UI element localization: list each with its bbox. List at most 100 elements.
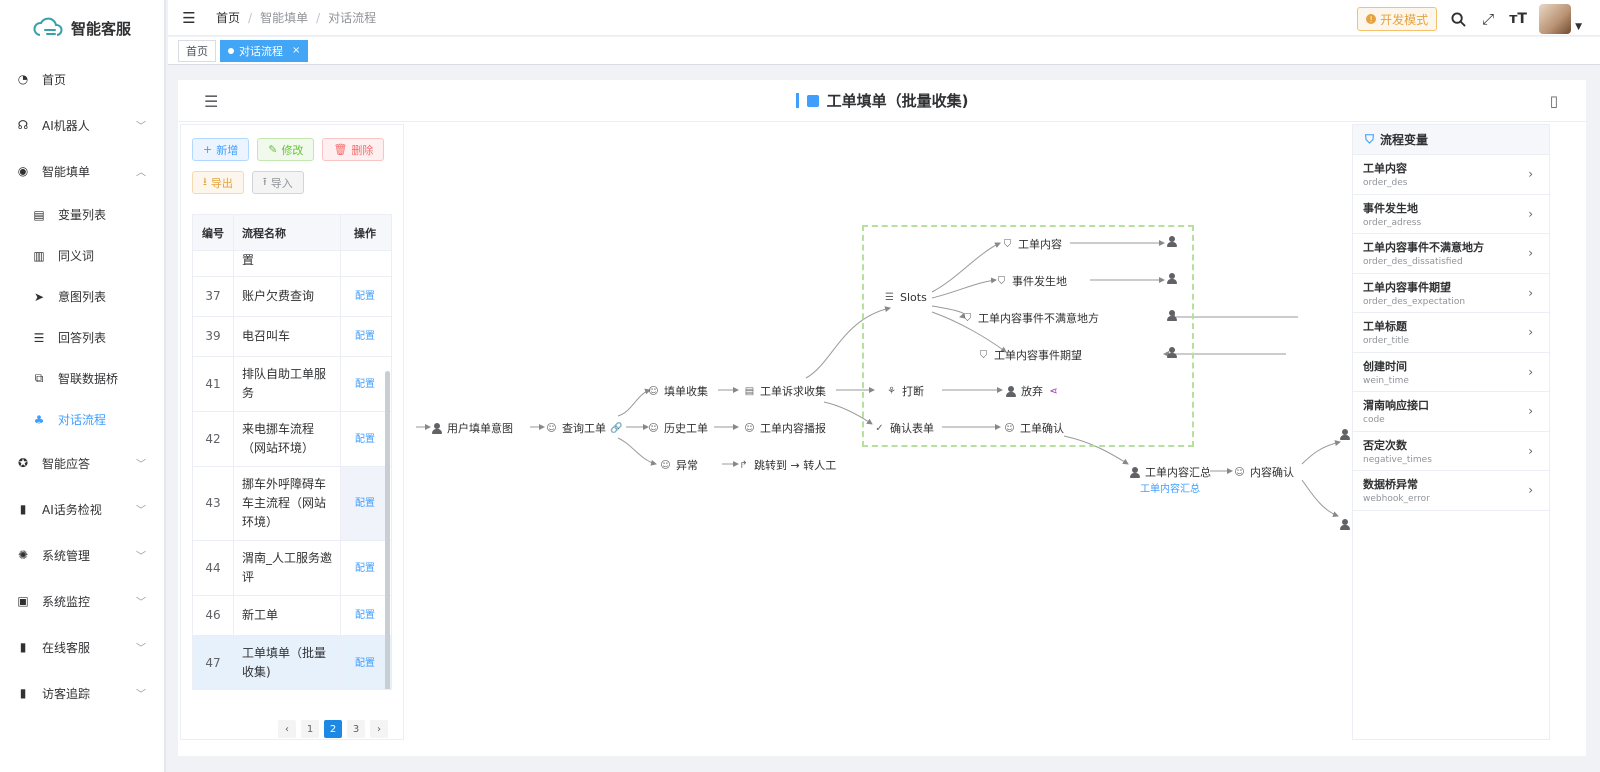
page-3-button[interactable]: 3 <box>347 720 365 738</box>
trash-icon: 🗑 <box>333 143 348 156</box>
table-row[interactable]: 37 账户欠费查询 配置 <box>193 277 391 317</box>
node-user-intent[interactable]: 用户填单意图 <box>432 420 513 436</box>
variable-item[interactable]: 工单内容事件期望 order_des_expectation › <box>1353 274 1549 313</box>
node-give-up[interactable]: 放弃 ⋖ <box>1006 383 1059 399</box>
collapse-list-icon[interactable]: ☰ <box>204 92 218 111</box>
page-1-button[interactable]: 1 <box>301 720 319 738</box>
node-ticket-summary[interactable]: 工单内容汇总 <box>1130 464 1211 480</box>
cell-id: 39 <box>193 317 234 356</box>
menu-system-monitor[interactable]: ▣ 系统监控 ﹀ <box>0 578 164 624</box>
config-link[interactable]: 配置 <box>355 375 375 394</box>
table-row[interactable]: 置 <box>193 251 391 277</box>
node-slot-user-2[interactable] <box>1167 273 1177 284</box>
table-row-selected[interactable]: 47 工单填单（批量收集) 配置 <box>193 636 391 689</box>
logo: 智能客服 <box>0 0 164 56</box>
add-button[interactable]: + 新增 <box>192 138 250 161</box>
sidebar-item-databridge[interactable]: ⧉ 智联数据桥 <box>0 358 164 399</box>
logo-text: 智能客服 <box>70 19 131 38</box>
menu-smart-answer[interactable]: ✪ 智能应答 ﹀ <box>0 440 164 486</box>
caret-down-icon[interactable]: ▼ <box>1575 22 1582 32</box>
cell-name: 排队自助工单服务 <box>234 357 341 411</box>
node-slots[interactable]: ☰ Slots <box>884 291 927 304</box>
node-slot-content[interactable]: ⛉ 工单内容 <box>1002 236 1062 252</box>
variable-item[interactable]: 工单标题 order_title › <box>1353 313 1549 353</box>
node-ticket-confirm[interactable]: ☺ 工单确认 <box>1004 420 1064 436</box>
variable-item[interactable]: 否定次数 negative_times › <box>1353 432 1549 471</box>
font-size-icon[interactable]: ᴛT <box>1509 10 1527 28</box>
node-query-ticket[interactable]: ☺ 查询工单 🔗 <box>546 420 622 436</box>
breadcrumb-smart-form[interactable]: 智能填单 <box>260 9 308 26</box>
delete-button[interactable]: 🗑 删除 <box>322 138 385 161</box>
menu-ai-robot[interactable]: ☊ AI机器人 ﹀ <box>0 102 164 148</box>
table-row[interactable]: 44 渭南_人工服务邀评 配置 <box>193 541 391 596</box>
config-link[interactable]: 配置 <box>355 327 375 346</box>
table-row[interactable]: 41 排队自助工单服务 配置 <box>193 357 391 412</box>
node-slot-user-4[interactable] <box>1167 347 1177 358</box>
table-row[interactable]: 46 新工单 配置 <box>193 596 391 636</box>
variable-item[interactable]: 数据桥异常 webhook_error › <box>1353 471 1549 511</box>
next-page-button[interactable]: › <box>370 720 388 738</box>
table-row[interactable]: 43 挪车外呼障碍车车主流程（网站环境） 配置 <box>193 467 391 541</box>
variable-item[interactable]: 工单内容 order_des › <box>1353 155 1549 195</box>
bar-chart-icon: ▮ <box>19 502 27 516</box>
variable-item[interactable]: 工单内容事件不满意地方 order_des_dissatisfied › <box>1353 234 1549 274</box>
menu-fold-icon[interactable]: ☰ <box>180 9 198 27</box>
variable-item[interactable]: 事件发生地 order_adress › <box>1353 195 1549 234</box>
tab-home[interactable]: 首页 <box>178 39 216 62</box>
breadcrumb: 首页 / 智能填单 / 对话流程 <box>216 9 376 26</box>
sidebar-item-synonyms[interactable]: ▥ 同义词 <box>0 235 164 276</box>
dev-mode-badge[interactable]: ! 开发模式 <box>1357 7 1438 31</box>
variable-item[interactable]: 创建时间 wein_time › <box>1353 353 1549 392</box>
menu-ai-inspection[interactable]: ▮ AI话务检视 ﹀ <box>0 486 164 532</box>
edit-button[interactable]: ✎ 修改 <box>257 138 315 161</box>
node-ticket-broadcast[interactable]: ☺ 工单内容播报 <box>744 420 826 436</box>
config-link[interactable]: 配置 <box>355 494 375 513</box>
node-content-confirm[interactable]: ☺ 内容确认 <box>1234 464 1294 480</box>
node-label: 工单内容汇总 <box>1145 466 1211 479</box>
sidebar-item-dialog-flow[interactable]: ♣ 对话流程 <box>0 399 164 440</box>
config-link[interactable]: 配置 <box>355 606 375 625</box>
config-link[interactable]: 配置 <box>355 287 375 306</box>
node-ticket-appeal[interactable]: ▤ 工单诉求收集 <box>744 383 826 399</box>
node-slot-dissatisfied[interactable]: ⛉ 工单内容事件不满意地方 <box>962 310 1099 326</box>
sidebar-item-answers[interactable]: ☰ 回答列表 <box>0 317 164 358</box>
import-button[interactable]: ⭱ 导入 <box>251 171 304 194</box>
menu-home[interactable]: ◔ 首页 <box>0 56 164 102</box>
avatar[interactable] <box>1539 4 1572 34</box>
node-slot-user-3[interactable] <box>1167 310 1177 321</box>
prev-page-button[interactable]: ‹ <box>278 720 296 738</box>
document-icon[interactable]: ▯ <box>1550 92 1558 110</box>
node-transfer[interactable]: ↱ 跳转到 → 转人工 <box>738 457 836 473</box>
export-button[interactable]: ⭳ 导出 <box>192 171 244 194</box>
node-fill-collect[interactable]: ☺ 填单收集 <box>648 383 708 399</box>
variable-item[interactable]: 渭南响应接口 code › <box>1353 392 1549 432</box>
menu-system-management[interactable]: ✺ 系统管理 ﹀ <box>0 532 164 578</box>
menu-visitor-tracking[interactable]: ▮ 访客追踪 ﹀ <box>0 670 164 716</box>
node-exception[interactable]: ☺ 异常 <box>660 457 698 473</box>
node-confirm-form[interactable]: ✓ 确认表单 <box>874 420 934 436</box>
node-slot-expectation[interactable]: ⛉ 工单内容事件期望 <box>978 347 1082 363</box>
menu-smart-form[interactable]: ◉ 智能填单 ︿ <box>0 148 164 194</box>
node-history-ticket[interactable]: ☺ 历史工单 <box>648 420 708 436</box>
node-slot-user-1[interactable] <box>1167 236 1177 247</box>
table-scrollbar[interactable] <box>385 371 390 689</box>
page-2-button[interactable]: 2 <box>324 720 342 738</box>
node-slot-location[interactable]: ⛉ 事件发生地 <box>996 273 1067 289</box>
config-link[interactable]: 配置 <box>355 559 375 578</box>
node-user-partial-2[interactable] <box>1340 519 1350 530</box>
config-link[interactable]: 配置 <box>355 430 375 449</box>
breadcrumb-home[interactable]: 首页 <box>216 9 240 26</box>
node-user-partial-1[interactable] <box>1340 429 1350 440</box>
flow-canvas[interactable]: 用户填单意图 ☺ 查询工单 🔗 ☺ 填单收集 ☺ 历史工单 ☺ 异常 ▤ 工单诉求收集 ☺ 工… <box>412 124 1350 740</box>
tab-dialog-flow[interactable]: 对话流程 × <box>220 39 309 62</box>
table-row[interactable]: 39 电召叫车 配置 <box>193 317 391 357</box>
fullscreen-icon[interactable]: ⤢ <box>1479 10 1497 28</box>
config-link[interactable]: 配置 <box>355 654 375 673</box>
menu-online-service[interactable]: ▮ 在线客服 ﹀ <box>0 624 164 670</box>
node-interrupt[interactable]: ⚘ 打断 <box>886 383 924 399</box>
table-row[interactable]: 42 来电挪车流程（网站环境） 配置 <box>193 412 391 467</box>
close-icon[interactable]: × <box>292 45 300 56</box>
sidebar-item-variables[interactable]: ▤ 变量列表 <box>0 194 164 235</box>
sidebar-item-intents[interactable]: ➤ 意图列表 <box>0 276 164 317</box>
search-icon[interactable] <box>1449 10 1467 28</box>
